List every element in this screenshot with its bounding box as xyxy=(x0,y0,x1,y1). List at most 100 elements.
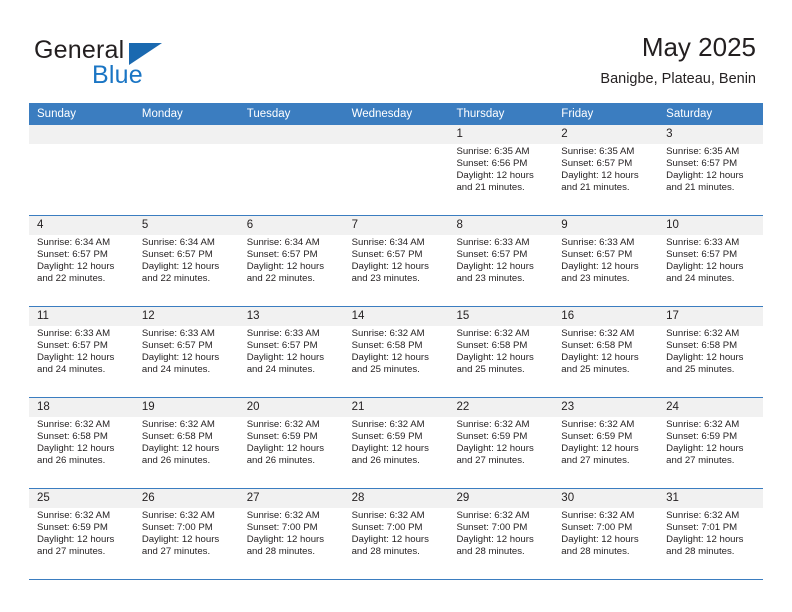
daylight-text-line1: Daylight: 12 hours xyxy=(666,352,744,364)
day-number: 8 xyxy=(456,219,463,231)
day-cell: Sunrise: 6:32 AM Sunset: 6:59 PM Dayligh… xyxy=(239,417,344,488)
week-row: 25 26 27 28 29 30 31 Sunrise: 6:32 AM Su… xyxy=(29,489,763,580)
title-block: May 2025 Banigbe, Plateau, Benin xyxy=(600,32,756,88)
day-cell: Sunrise: 6:32 AM Sunset: 6:58 PM Dayligh… xyxy=(29,417,134,488)
day-number: 5 xyxy=(141,219,149,231)
daylight-text-line2: and 25 minutes. xyxy=(666,364,735,376)
sunrise-text: Sunrise: 6:33 AM xyxy=(141,328,215,339)
daylight-text-line2: and 27 minutes. xyxy=(141,546,211,558)
sunrise-text: Sunrise: 6:32 AM xyxy=(37,510,111,521)
sunrise-text: Sunrise: 6:32 AM xyxy=(246,419,320,430)
daylight-text-line2: and 26 minutes. xyxy=(37,455,106,467)
sunrise-text: Sunrise: 6:32 AM xyxy=(456,328,530,339)
sunset-text: Sunset: 6:57 PM xyxy=(561,249,633,261)
daylight-text-line1: Daylight: 12 hours xyxy=(561,170,639,182)
daylight-text-line1: Daylight: 12 hours xyxy=(666,261,744,273)
sunset-text: Sunset: 7:00 PM xyxy=(246,522,318,534)
page-title: May 2025 xyxy=(641,32,756,62)
day-number: 28 xyxy=(351,492,365,504)
day-number: 21 xyxy=(351,401,365,413)
sunrise-text: Sunrise: 6:32 AM xyxy=(351,328,425,339)
day-number: 10 xyxy=(666,219,679,231)
day-cell: Sunrise: 6:32 AM Sunset: 6:59 PM Dayligh… xyxy=(344,417,449,488)
daylight-text-line2: and 24 minutes. xyxy=(246,364,315,376)
daylight-text-line1: Daylight: 12 hours xyxy=(666,534,744,546)
day-number: 24 xyxy=(666,401,679,413)
daylight-text-line2: and 28 minutes. xyxy=(666,546,735,558)
daylight-text-line1: Daylight: 12 hours xyxy=(456,534,534,546)
day-number xyxy=(239,125,344,144)
daylight-text-line1: Daylight: 12 hours xyxy=(37,443,115,455)
sunset-text: Sunset: 6:58 PM xyxy=(141,431,213,443)
daylight-text-line1: Daylight: 12 hours xyxy=(141,261,220,273)
day-cell: Sunrise: 6:35 AM Sunset: 6:57 PM Dayligh… xyxy=(658,144,763,215)
day-cell: Sunrise: 6:34 AM Sunset: 6:57 PM Dayligh… xyxy=(344,235,449,306)
sunset-text: Sunset: 6:59 PM xyxy=(456,431,528,443)
daylight-text-line1: Daylight: 12 hours xyxy=(351,352,429,364)
sunrise-text: Sunrise: 6:32 AM xyxy=(456,419,530,430)
sunset-text: Sunset: 7:00 PM xyxy=(141,522,213,534)
daylight-text-line1: Daylight: 12 hours xyxy=(141,352,220,364)
daylight-text-line2: and 21 minutes. xyxy=(666,182,735,194)
day-number: 25 xyxy=(37,492,50,504)
day-number: 19 xyxy=(141,401,155,413)
sunrise-text: Sunrise: 6:34 AM xyxy=(141,237,215,248)
week-daynumber-band: 18 19 20 21 22 23 24 xyxy=(29,398,763,417)
daylight-text-line1: Daylight: 12 hours xyxy=(37,534,115,546)
sunrise-text: Sunrise: 6:32 AM xyxy=(561,328,635,339)
sunset-text: Sunset: 6:57 PM xyxy=(561,158,633,170)
day-number: 30 xyxy=(561,492,575,504)
sunrise-text: Sunrise: 6:33 AM xyxy=(246,328,320,339)
daylight-text-line1: Daylight: 12 hours xyxy=(561,534,639,546)
day-cell: Sunrise: 6:32 AM Sunset: 7:00 PM Dayligh… xyxy=(344,508,449,579)
weekday-header-saturday: Saturday xyxy=(666,108,713,120)
calendar-page: General Blue May 2025 Banigbe, Plateau, … xyxy=(0,0,792,612)
daylight-text-line2: and 28 minutes. xyxy=(456,546,525,558)
week-detail-band: Sunrise: 6:35 AM Sunset: 6:56 PM Dayligh… xyxy=(29,144,763,215)
week-daynumber-band: 1 2 3 xyxy=(29,125,763,144)
sunset-text: Sunset: 7:01 PM xyxy=(666,522,738,534)
sunset-text: Sunset: 6:57 PM xyxy=(141,340,213,352)
sunset-text: Sunset: 6:59 PM xyxy=(666,431,738,443)
sunset-text: Sunset: 6:57 PM xyxy=(37,340,108,352)
weekday-header-monday: Monday xyxy=(141,108,183,120)
daylight-text-line1: Daylight: 12 hours xyxy=(561,261,639,273)
week-detail-band: Sunrise: 6:34 AM Sunset: 6:57 PM Dayligh… xyxy=(29,235,763,306)
week-daynumber-band: 4 5 6 7 8 9 10 xyxy=(29,216,763,235)
sunset-text: Sunset: 6:57 PM xyxy=(351,249,423,261)
day-number: 13 xyxy=(246,310,260,322)
sunrise-text: Sunrise: 6:32 AM xyxy=(351,510,425,521)
day-number xyxy=(29,125,134,144)
sunset-text: Sunset: 6:58 PM xyxy=(666,340,738,352)
sunrise-text: Sunrise: 6:32 AM xyxy=(666,510,740,521)
daylight-text-line1: Daylight: 12 hours xyxy=(351,261,429,273)
sunrise-text: Sunrise: 6:32 AM xyxy=(666,419,740,430)
sunrise-text: Sunrise: 6:32 AM xyxy=(141,419,215,430)
weekday-header-friday: Friday xyxy=(561,108,594,120)
day-cell: Sunrise: 6:32 AM Sunset: 7:00 PM Dayligh… xyxy=(553,508,658,579)
day-number: 17 xyxy=(666,310,679,322)
day-number: 26 xyxy=(141,492,155,504)
weekday-header-sunday: Sunday xyxy=(37,108,77,120)
day-number: 22 xyxy=(456,401,470,413)
daylight-text-line2: and 28 minutes. xyxy=(561,546,630,558)
day-cell: Sunrise: 6:34 AM Sunset: 6:57 PM Dayligh… xyxy=(134,235,239,306)
daylight-text-line2: and 21 minutes. xyxy=(456,182,525,194)
sunset-text: Sunset: 6:58 PM xyxy=(37,431,108,443)
day-cell: Sunrise: 6:32 AM Sunset: 6:59 PM Dayligh… xyxy=(29,508,134,579)
sunset-text: Sunset: 6:59 PM xyxy=(246,431,318,443)
daylight-text-line1: Daylight: 12 hours xyxy=(37,352,115,364)
weekday-header-tuesday: Tuesday xyxy=(246,108,291,120)
day-cell: Sunrise: 6:32 AM Sunset: 7:00 PM Dayligh… xyxy=(134,508,239,579)
daylight-text-line2: and 25 minutes. xyxy=(561,364,630,376)
day-number xyxy=(134,125,239,144)
sunrise-text: Sunrise: 6:34 AM xyxy=(351,237,425,248)
day-number: 23 xyxy=(561,401,575,413)
day-cell: Sunrise: 6:35 AM Sunset: 6:57 PM Dayligh… xyxy=(553,144,658,215)
daylight-text-line2: and 21 minutes. xyxy=(561,182,630,194)
week-detail-band: Sunrise: 6:32 AM Sunset: 6:59 PM Dayligh… xyxy=(29,508,763,579)
sunrise-text: Sunrise: 6:32 AM xyxy=(666,328,740,339)
day-number: 9 xyxy=(561,219,568,231)
week-row: 18 19 20 21 22 23 24 Sunrise: 6:32 AM Su… xyxy=(29,398,763,489)
weekday-header-thursday: Thursday xyxy=(456,108,505,120)
